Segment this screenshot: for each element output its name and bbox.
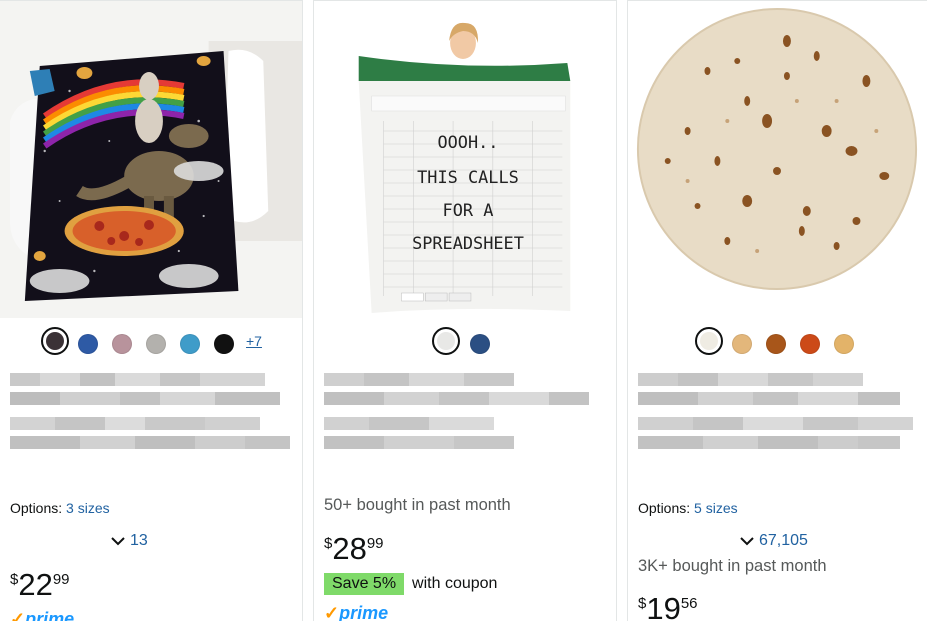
price[interactable]: $1956 — [638, 591, 698, 621]
coupon-badge[interactable]: Save 5% — [324, 573, 405, 595]
color-swatch[interactable] — [432, 327, 460, 355]
color-swatch[interactable] — [78, 334, 98, 354]
color-swatch[interactable] — [41, 327, 69, 355]
coupon[interactable]: Save 5% with coupon — [324, 573, 497, 595]
color-swatch[interactable] — [695, 327, 723, 355]
review-count[interactable]: 67,105 — [739, 532, 808, 550]
product-image[interactable] — [0, 1, 302, 318]
color-swatch[interactable] — [146, 334, 166, 354]
prime-badge: ✓prime — [324, 603, 389, 621]
size-options: Options: 3 sizes — [10, 500, 110, 516]
dinosaur-blanket-image — [0, 1, 302, 318]
options-link[interactable]: 5 sizes — [694, 500, 738, 516]
svg-text:SPREADSHEET: SPREADSHEET — [412, 233, 524, 253]
product-card-2[interactable]: OOOH.. THIS CALLS FOR A SPREADSHEET 50+ … — [313, 0, 617, 621]
size-options: Options: 5 sizes — [638, 500, 738, 516]
color-swatch[interactable] — [180, 334, 200, 354]
product-image[interactable] — [628, 1, 927, 318]
bought-count: 50+ bought in past month — [324, 496, 511, 514]
color-swatch[interactable] — [470, 334, 490, 354]
product-card-3[interactable]: Options: 5 sizes 67,105 3K+ bought in pa… — [627, 0, 927, 621]
color-swatches: +7 — [0, 327, 302, 359]
color-swatch[interactable] — [766, 334, 786, 354]
spreadsheet-blanket-image: OOOH.. THIS CALLS FOR A SPREADSHEET — [314, 1, 616, 318]
color-swatch[interactable] — [800, 334, 820, 354]
review-count-text: 13 — [130, 532, 148, 549]
price[interactable]: $2899 — [324, 531, 384, 567]
svg-text:OOOH..: OOOH.. — [437, 132, 498, 152]
review-count[interactable]: 13 — [110, 532, 148, 550]
redacted-title[interactable] — [10, 373, 292, 455]
options-label: Options: — [10, 500, 63, 516]
product-card-1[interactable]: +7 Options: 3 sizes 13 $2299 ✓prime — [0, 0, 303, 621]
svg-text:THIS CALLS: THIS CALLS — [417, 167, 519, 187]
bought-count: 3K+ bought in past month — [638, 557, 827, 575]
review-count-text: 67,105 — [759, 532, 808, 549]
svg-text:FOR A: FOR A — [443, 200, 494, 220]
prime-badge: ✓prime — [10, 609, 75, 621]
redacted-title[interactable] — [324, 373, 606, 455]
color-swatches — [314, 327, 616, 359]
color-swatches — [628, 327, 927, 359]
options-label: Options: — [638, 500, 691, 516]
options-link[interactable]: 3 sizes — [66, 500, 110, 516]
color-swatch[interactable] — [214, 334, 234, 354]
coupon-text: with coupon — [412, 575, 498, 592]
chevron-down-icon — [111, 537, 125, 546]
price[interactable]: $2299 — [10, 567, 70, 603]
color-swatch[interactable] — [112, 334, 132, 354]
tortilla-blanket-image — [628, 1, 927, 318]
product-image[interactable]: OOOH.. THIS CALLS FOR A SPREADSHEET — [314, 1, 616, 318]
redacted-title[interactable] — [638, 373, 920, 455]
more-colors-link[interactable]: +7 — [246, 333, 262, 349]
color-swatch[interactable] — [834, 334, 854, 354]
chevron-down-icon — [740, 537, 754, 546]
color-swatch[interactable] — [732, 334, 752, 354]
